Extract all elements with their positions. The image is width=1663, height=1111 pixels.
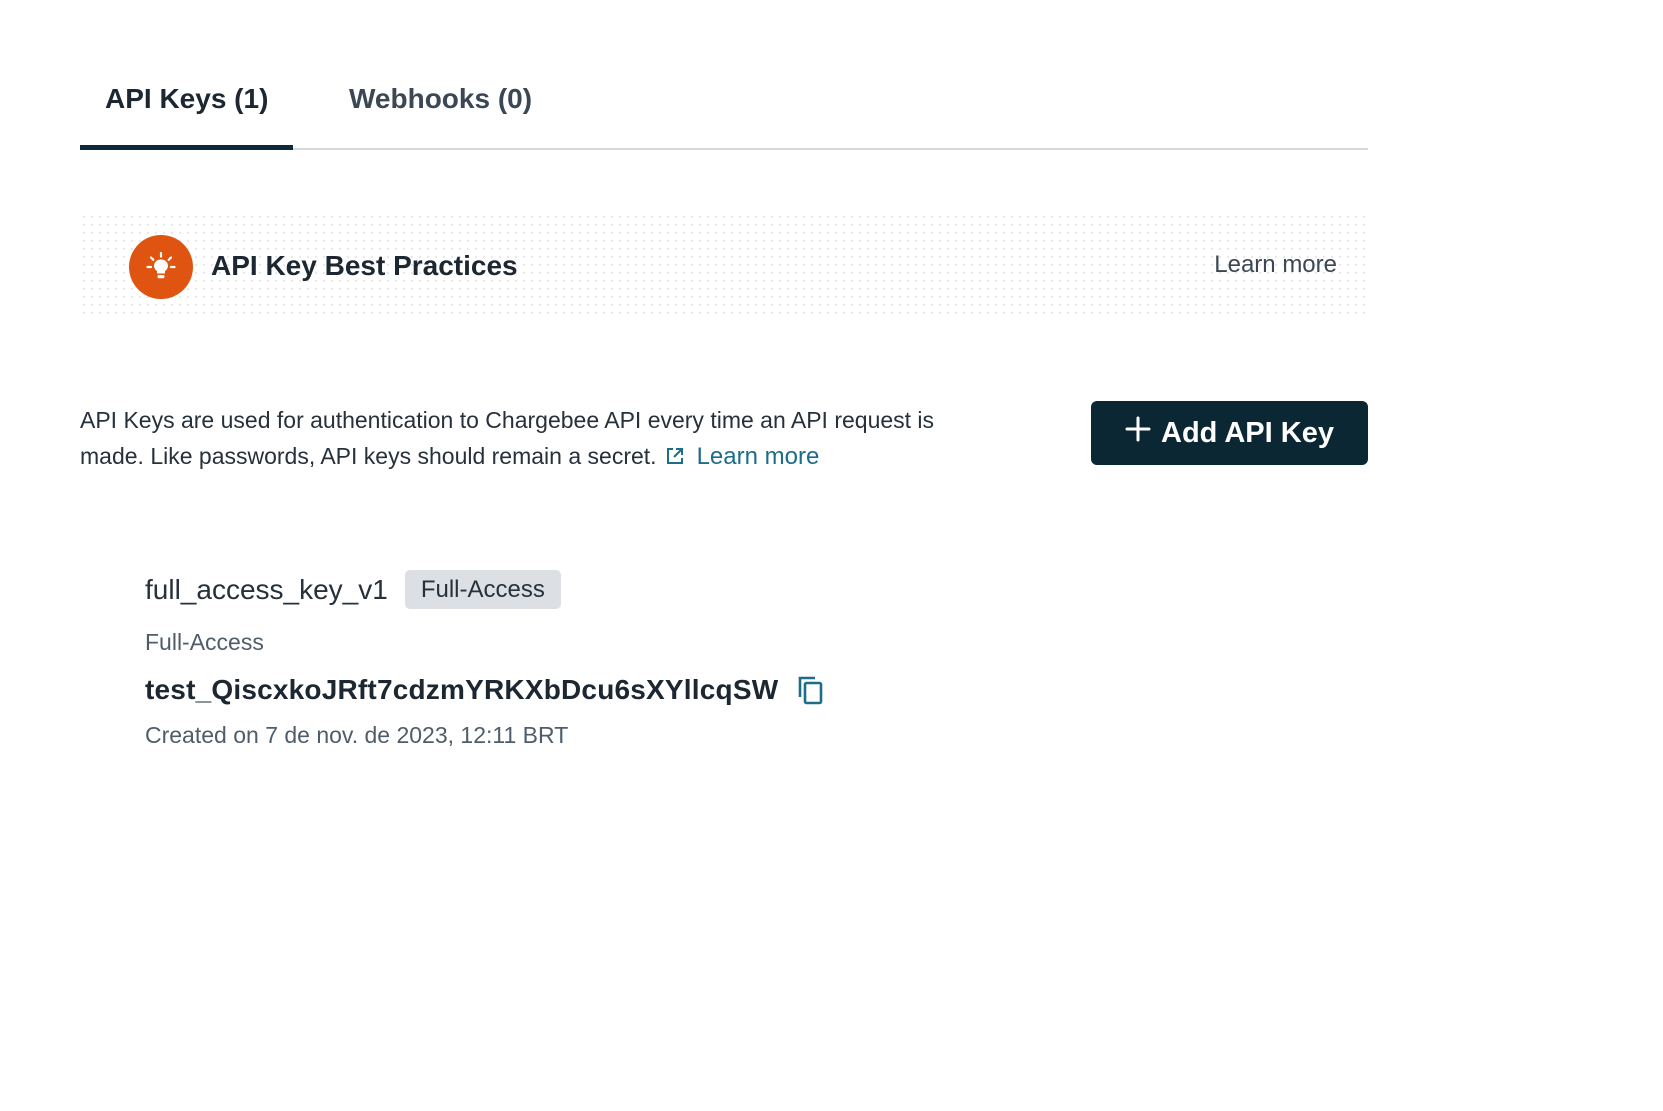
api-keys-description: API Keys are used for authentication to … xyxy=(80,402,1000,476)
api-key-header: full_access_key_v1 Full-Access xyxy=(145,570,1045,609)
lightbulb-icon xyxy=(129,235,193,299)
best-practices-banner: API Key Best Practices Learn more xyxy=(80,213,1368,320)
plus-icon xyxy=(1125,416,1151,450)
banner-learn-more-link[interactable]: Learn more xyxy=(1214,251,1337,279)
api-key-type: Full-Access xyxy=(145,629,264,655)
add-api-key-button[interactable]: Add API Key xyxy=(1091,401,1368,465)
api-key-card: full_access_key_v1 Full-Access Full-Acce… xyxy=(145,570,1045,749)
tab-api-keys[interactable]: API Keys (1) xyxy=(80,60,293,150)
banner-title: API Key Best Practices xyxy=(211,250,518,281)
copy-icon[interactable] xyxy=(796,675,824,705)
api-key-badge: Full-Access xyxy=(404,570,561,609)
tab-bar: API Keys (1) Webhooks (0) xyxy=(80,60,1368,150)
add-api-key-label: Add API Key xyxy=(1161,416,1334,449)
api-key-value-row: test_QiscxkoJRft7cdzmYRKXbDcu6sXYllcqSW xyxy=(145,674,1045,706)
external-link-icon[interactable] xyxy=(665,440,685,476)
api-key-value: test_QiscxkoJRft7cdzmYRKXbDcu6sXYllcqSW xyxy=(145,674,779,705)
api-key-created-date: Created on 7 de nov. de 2023, 12:11 BRT xyxy=(145,722,569,748)
api-key-name: full_access_key_v1 xyxy=(145,573,388,605)
description-learn-more-link[interactable]: Learn more xyxy=(697,443,820,470)
tab-webhooks[interactable]: Webhooks (0) xyxy=(293,60,532,148)
